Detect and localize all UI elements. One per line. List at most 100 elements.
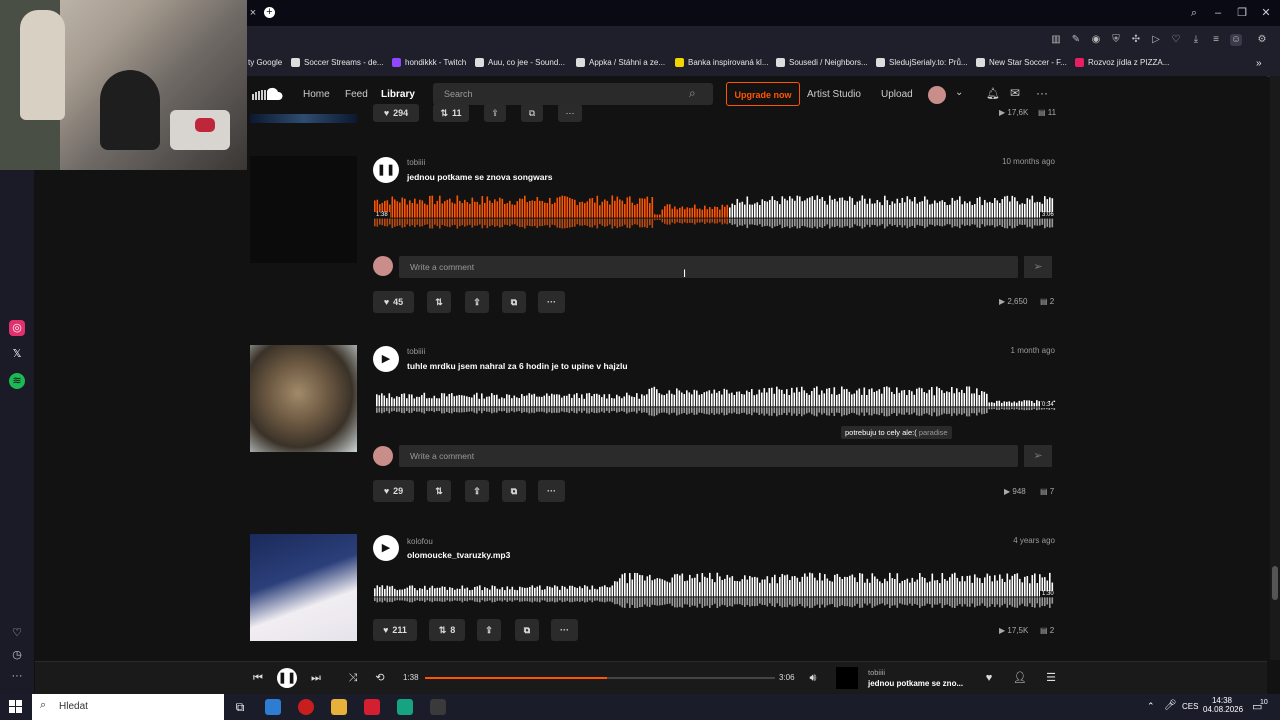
taskbar-search-input[interactable]: ⌕ Hledat (32, 694, 224, 720)
volume-icon[interactable]: 🔊︎ (805, 670, 821, 686)
notifications-icon[interactable]: 🔔︎ (986, 87, 1000, 100)
settings-icon[interactable]: ⚙ (1256, 34, 1268, 46)
spotify-icon[interactable]: ≋ (9, 373, 25, 389)
track-user[interactable]: tobiiii (407, 347, 425, 356)
like-button[interactable]: ♥ 45 (373, 291, 414, 313)
scrollbar-thumb[interactable] (1272, 566, 1278, 600)
instagram-icon[interactable]: ◎ (9, 320, 25, 336)
notifications-icon[interactable]: ▭ 10 (1252, 699, 1268, 713)
shield-icon[interactable]: ⛨ (1110, 34, 1122, 46)
player-progress-track[interactable] (425, 677, 775, 679)
track-artwork[interactable] (250, 345, 357, 452)
bookmark-item[interactable]: Banka inspirovaná kl... (675, 58, 769, 67)
store-icon[interactable] (265, 699, 281, 715)
follow-icon[interactable]: 👤︎ (1012, 670, 1028, 686)
send-icon[interactable]: ➢ (1024, 256, 1052, 278)
windows-start-icon[interactable] (9, 700, 22, 713)
download-icon[interactable]: ⤓ (1190, 34, 1202, 46)
nav-feed[interactable]: Feed (345, 89, 368, 100)
taskbar-clock[interactable]: 14:38 04.08.2026 (1203, 696, 1243, 714)
search-icon[interactable]: ⌕ (689, 86, 696, 101)
track-user[interactable]: tobiiii (407, 158, 425, 167)
share-button[interactable]: ⇪ (465, 291, 489, 313)
queue-icon[interactable]: ☰ (1043, 670, 1059, 686)
repost-button[interactable]: ⇅ (427, 291, 451, 313)
close-icon[interactable]: ✕ (1260, 7, 1272, 19)
track-artwork[interactable] (250, 534, 357, 641)
track-waveform[interactable] (376, 380, 1056, 424)
chevron-down-icon[interactable]: ⌄ (955, 87, 963, 98)
repost-button[interactable]: ⇅ 8 (429, 619, 465, 641)
bookmark-item[interactable]: Sousedi / Neighbors... (776, 58, 868, 67)
play-icon[interactable]: ▷ (1150, 34, 1162, 46)
bookmark-item[interactable]: hondikkk - Twitch (392, 58, 466, 67)
play-button[interactable]: ▶ (373, 535, 399, 561)
pause-button[interactable]: ❚❚ (373, 157, 399, 183)
next-icon[interactable]: ⏭︎ (308, 670, 324, 686)
repost-button[interactable]: ⇅ 11 (433, 104, 469, 122)
more-bookmarks-icon[interactable]: » (1256, 58, 1262, 69)
track-title[interactable]: jednou potkame se znova songwars (407, 172, 552, 182)
minimize-icon[interactable]: – (1212, 7, 1224, 19)
copy-link-button[interactable]: ⧉ (515, 619, 539, 641)
search-icon[interactable]: ⌕ (1188, 7, 1200, 19)
new-tab-icon[interactable]: + (264, 7, 275, 18)
app-icon[interactable] (430, 699, 446, 715)
bookmark-item[interactable]: New Star Soccer - F... (976, 58, 1067, 67)
comment-input[interactable]: Write a comment (399, 256, 1018, 278)
track-title[interactable]: tuhle mrdku jsem nahral za 6 hodin je to… (407, 361, 628, 371)
bookmark-item[interactable]: Auu, co jee - Sound... (475, 58, 565, 67)
copy-link-button[interactable]: ⧉ (502, 291, 526, 313)
split-view-icon[interactable]: ▥ (1050, 34, 1062, 46)
app-icon[interactable] (397, 699, 413, 715)
like-button[interactable]: ♥ 29 (373, 480, 414, 502)
share-button[interactable]: ⇪ (477, 619, 501, 641)
track-artwork[interactable] (250, 156, 357, 263)
track-user[interactable]: kolofou (407, 537, 433, 546)
page-scrollbar[interactable] (1270, 76, 1280, 660)
menu-icon[interactable]: ≡ (1210, 34, 1222, 46)
shuffle-icon[interactable]: ⤨ (345, 670, 361, 686)
more-icon[interactable]: ··· (1036, 86, 1048, 100)
more-icon[interactable]: ··· (9, 668, 25, 684)
camera-icon[interactable]: ◉ (1090, 34, 1102, 46)
edit-icon[interactable]: ✎ (1070, 34, 1082, 46)
app-icon[interactable] (364, 699, 380, 715)
restore-icon[interactable]: ❐ (1236, 7, 1248, 19)
play-button[interactable]: ▶ (373, 346, 399, 372)
microphone-icon[interactable]: 🎤︎ (1164, 700, 1177, 711)
messages-icon[interactable]: ✉ (1010, 86, 1020, 100)
heart-icon[interactable]: ♥ (981, 670, 997, 686)
tab-close-icon[interactable]: × (247, 7, 259, 19)
comment-input[interactable]: Write a comment (399, 445, 1018, 467)
more-button[interactable]: ··· (538, 291, 565, 313)
like-button[interactable]: ♥ 294 (373, 104, 419, 122)
player-artwork[interactable] (836, 667, 858, 689)
history-icon[interactable]: ◷ (9, 647, 25, 663)
heart-icon[interactable]: ♡ (1170, 34, 1182, 46)
opera-icon[interactable] (298, 699, 314, 715)
repost-button[interactable]: ⇅ (427, 480, 451, 502)
upload-link[interactable]: Upload (881, 89, 913, 100)
language-indicator[interactable]: CES (1182, 702, 1198, 711)
heart-icon[interactable]: ♡ (9, 625, 25, 641)
share-button[interactable]: ⇪ (465, 480, 489, 502)
tray-chevron-icon[interactable]: ⌃ (1147, 701, 1155, 712)
share-icon[interactable]: ⇪ (484, 104, 506, 122)
repeat-icon[interactable]: ⟲ (372, 670, 388, 686)
file-explorer-icon[interactable] (331, 699, 347, 715)
bookmark-item[interactable]: Rozvoz jídla z PIZZA... (1075, 58, 1169, 67)
track-waveform[interactable] (374, 570, 1056, 614)
extensions-icon[interactable]: ✣ (1130, 34, 1142, 46)
track-waveform[interactable] (374, 190, 1056, 236)
track-title[interactable]: olomoucke_tvaruzky.mp3 (407, 550, 510, 560)
copy-link-icon[interactable]: ⧉ (521, 104, 543, 122)
more-button[interactable]: ··· (551, 619, 578, 641)
task-view-icon[interactable]: ⧉ (232, 699, 248, 715)
bookmark-item[interactable]: Soccer Streams - de... (291, 58, 384, 67)
player-user[interactable]: tobiiii (868, 668, 885, 677)
bookmark-item[interactable]: SledujSerialy.to: Prů... (876, 58, 968, 67)
track-artwork-previous[interactable] (250, 114, 357, 123)
avatar[interactable] (928, 86, 946, 104)
nav-library[interactable]: Library (381, 89, 415, 100)
